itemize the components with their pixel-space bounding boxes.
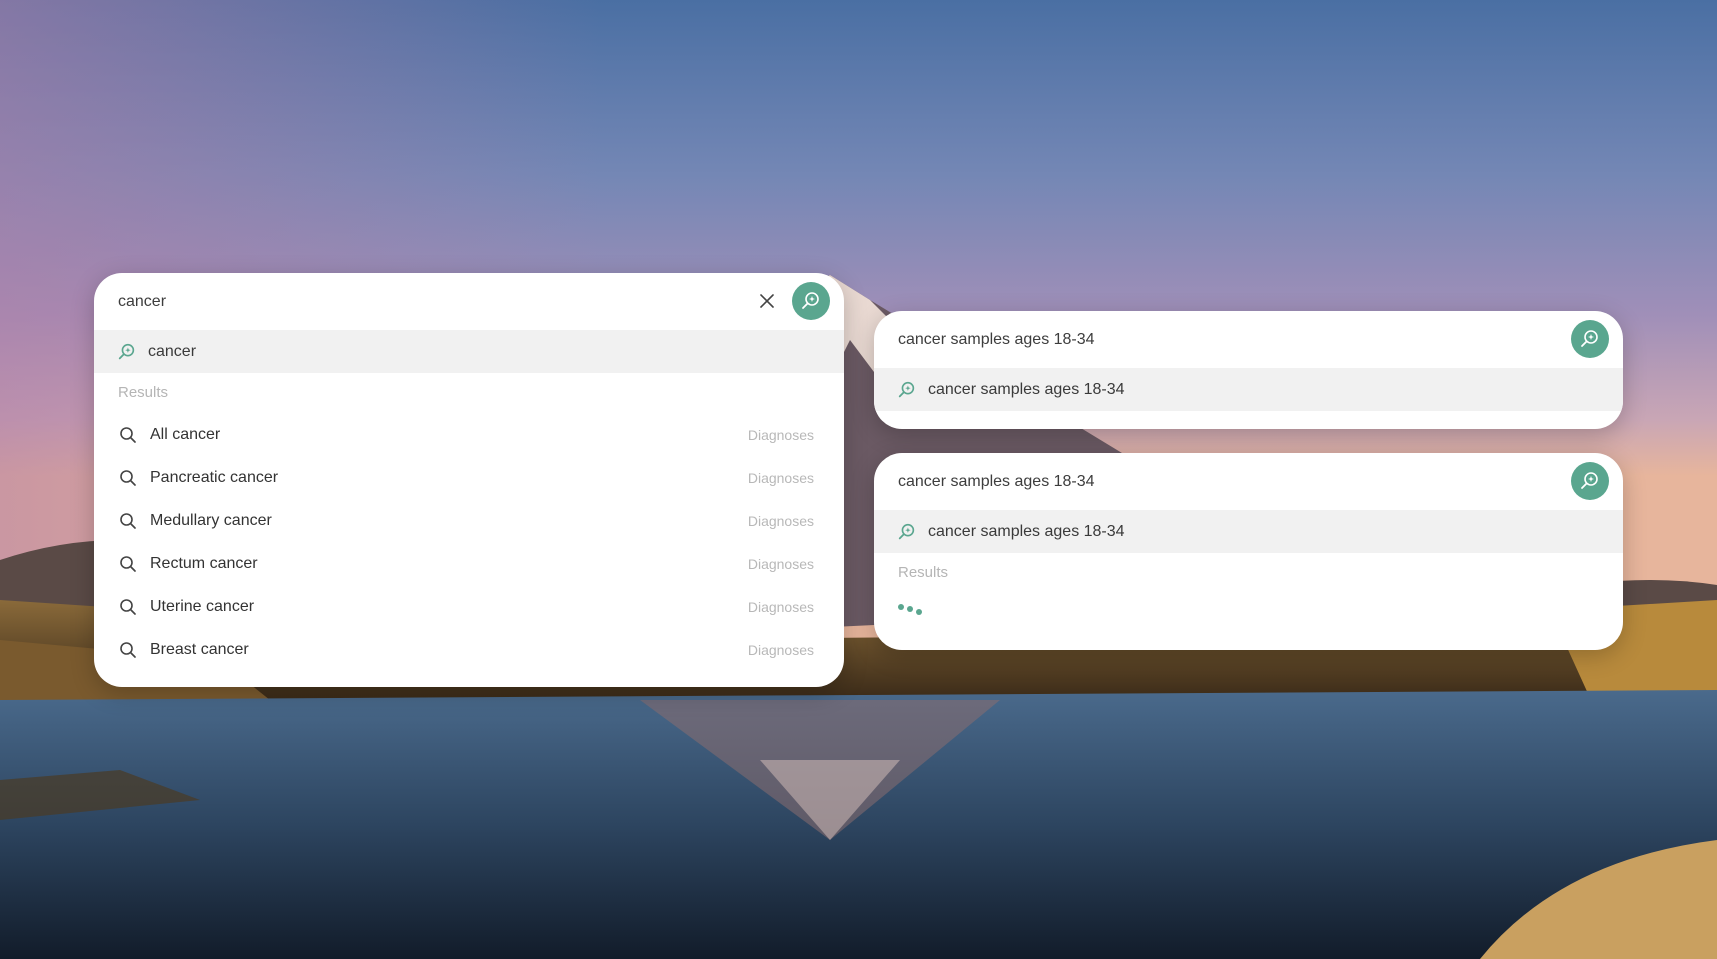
search-panel-main: cancer cancer Results All cancer Diagnos… — [94, 273, 844, 687]
search-icon — [118, 425, 138, 445]
result-label: All cancer — [150, 425, 221, 443]
result-category: Diagnoses — [747, 598, 814, 615]
search-icon — [118, 640, 138, 660]
close-icon — [760, 294, 774, 308]
result-label: Rectum cancer — [150, 554, 258, 572]
results-heading: Results — [118, 384, 169, 401]
assistant-search-icon — [116, 341, 138, 363]
assistant-search-icon — [896, 379, 918, 401]
result-label: Medullary cancer — [150, 511, 272, 529]
result-item[interactable]: Pancreatic cancer Diagnoses — [94, 456, 844, 499]
ai-suggestion[interactable]: cancer samples ages 18-34 — [874, 510, 1623, 553]
loading-dot — [916, 608, 922, 615]
loading-dot — [907, 606, 913, 612]
loading-dot — [898, 604, 904, 610]
result-category: Diagnoses — [747, 426, 814, 443]
result-label: Breast cancer — [150, 640, 249, 658]
ai-suggestion[interactable]: cancer — [94, 330, 844, 373]
search-input[interactable]: cancer samples ages 18-34 — [898, 311, 1095, 368]
search-panel-top-right: cancer samples ages 18-34 cancer samples… — [874, 311, 1623, 429]
result-item[interactable]: Rectum cancer Diagnoses — [94, 542, 844, 585]
assistant-search-icon — [896, 521, 918, 543]
ai-suggestion-label: cancer samples ages 18-34 — [928, 380, 1125, 398]
assistant-search-icon — [1581, 472, 1598, 489]
result-item[interactable]: All cancer Diagnoses — [94, 413, 844, 456]
result-item[interactable]: Uterine cancer Diagnoses — [94, 585, 844, 628]
result-category: Diagnoses — [747, 512, 814, 529]
clear-search-button[interactable] — [754, 288, 780, 314]
ai-suggestion-label: cancer — [148, 342, 197, 360]
result-category: Diagnoses — [747, 555, 814, 572]
search-icon — [118, 468, 138, 488]
search-input[interactable]: cancer samples ages 18-34 — [898, 453, 1095, 510]
result-category: Diagnoses — [747, 641, 814, 658]
result-category: Diagnoses — [747, 469, 814, 486]
search-icon — [118, 597, 138, 617]
ai-suggestion-label: cancer samples ages 18-34 — [928, 522, 1125, 540]
results-heading: Results — [898, 564, 949, 581]
loading-indicator — [874, 593, 1623, 627]
search-icon — [118, 554, 138, 574]
search-bar[interactable]: cancer — [94, 273, 844, 330]
assistant-search-icon — [802, 292, 819, 309]
result-item[interactable]: Breast cancer Diagnoses — [94, 628, 844, 671]
search-panel-bottom-right: cancer samples ages 18-34 cancer samples… — [874, 453, 1623, 650]
ai-suggestion[interactable]: cancer samples ages 18-34 — [874, 368, 1623, 411]
result-label: Pancreatic cancer — [150, 468, 279, 486]
assistant-search-button[interactable] — [1571, 462, 1609, 500]
assistant-search-icon — [1581, 330, 1598, 347]
assistant-search-button[interactable] — [1571, 320, 1609, 358]
result-item[interactable]: Medullary cancer Diagnoses — [94, 499, 844, 542]
search-bar[interactable]: cancer samples ages 18-34 — [874, 311, 1623, 368]
result-label: Uterine cancer — [150, 597, 255, 615]
search-bar[interactable]: cancer samples ages 18-34 — [874, 453, 1623, 510]
search-input[interactable]: cancer — [118, 273, 166, 330]
search-icon — [118, 511, 138, 531]
assistant-search-button[interactable] — [792, 282, 830, 320]
